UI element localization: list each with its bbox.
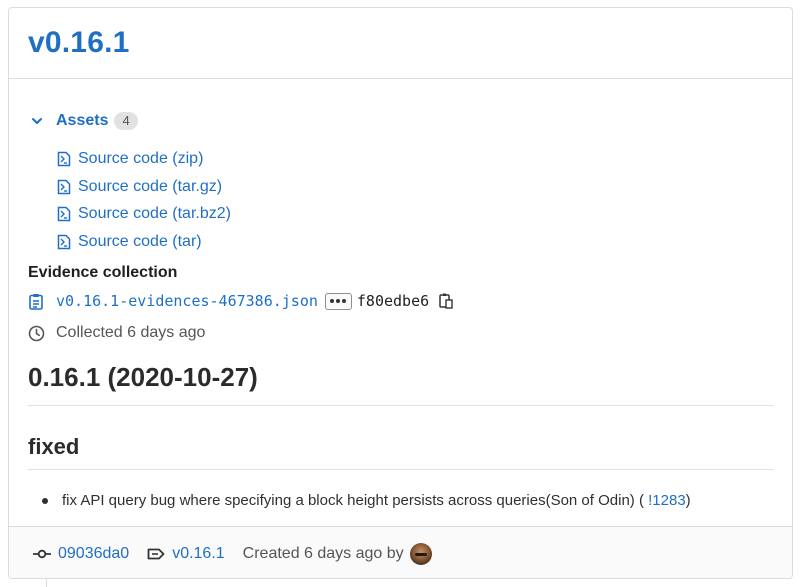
archive-file-icon <box>57 179 71 194</box>
assets-toggle[interactable]: Assets 4 <box>31 112 138 130</box>
ellipsis-dot-icon <box>336 299 341 303</box>
divider <box>28 469 773 470</box>
copy-icon[interactable] <box>438 292 454 310</box>
evidence-row: v0.16.1-evidences-467386.json f80edbe6 <box>29 292 454 310</box>
asset-link-zip[interactable]: Source code (zip) <box>78 150 203 168</box>
avatar[interactable] <box>409 542 432 565</box>
created-text: Created 6 days ago by <box>242 544 404 562</box>
bullet-icon <box>42 497 48 504</box>
asset-item[interactable]: Source code (tar.bz2) <box>57 200 231 228</box>
commit-link[interactable]: 09036da0 <box>58 545 129 563</box>
clipboard-icon <box>29 293 43 310</box>
merge-request-link[interactable]: !1283 <box>648 492 686 509</box>
evidence-file-link[interactable]: v0.16.1-evidences-467386.json <box>56 292 318 310</box>
expand-sha-button[interactable] <box>324 292 352 310</box>
tag-icon <box>147 548 165 559</box>
evidence-heading: Evidence collection <box>28 264 178 281</box>
release-card: v0.16.1 Assets 4 Source code (zip) Sourc… <box>8 7 793 579</box>
collected-row: Collected 6 days ago <box>28 324 205 342</box>
asset-item[interactable]: Source code (zip) <box>57 145 231 173</box>
timeline-connector <box>46 579 47 587</box>
archive-file-icon <box>57 206 71 222</box>
list-item: fix API query bug where specifying a blo… <box>42 492 691 509</box>
assets-label: Assets <box>56 112 109 129</box>
chevron-down-icon <box>32 118 42 124</box>
archive-file-icon <box>57 151 71 167</box>
release-header: v0.16.1 <box>9 8 792 79</box>
collected-text: Collected 6 days ago <box>56 324 206 341</box>
asset-link-tar-bz2[interactable]: Source code (tar.bz2) <box>78 205 231 223</box>
list-item-text: fix API query bug where specifying a blo… <box>62 492 644 509</box>
release-notes-heading: 0.16.1 (2020-10-27) <box>28 362 258 392</box>
commit-icon <box>33 549 51 558</box>
asset-item[interactable]: Source code (tar) <box>57 228 231 256</box>
clock-icon <box>28 325 45 341</box>
asset-link-tar-gz[interactable]: Source code (tar.gz) <box>78 178 222 196</box>
asset-item[interactable]: Source code (tar.gz) <box>57 173 231 201</box>
archive-file-icon <box>57 234 71 250</box>
ellipsis-dot-icon <box>330 299 335 303</box>
assets-count-badge: 4 <box>114 112 138 130</box>
divider <box>28 405 773 406</box>
release-footer: 09036da0 v0.16.1 Created 6 days ago by <box>9 526 792 578</box>
release-title-link[interactable]: v0.16.1 <box>28 26 130 60</box>
ellipsis-dot-icon <box>342 299 347 303</box>
asset-link-tar[interactable]: Source code (tar) <box>78 233 202 251</box>
evidence-sha: f80edbe6 <box>356 292 430 310</box>
list-item-close: ) <box>685 492 691 509</box>
asset-list: Source code (zip) Source code (tar.gz) S… <box>57 145 231 256</box>
tag-link[interactable]: v0.16.1 <box>172 545 224 563</box>
release-notes-subheading: fixed <box>28 434 80 459</box>
